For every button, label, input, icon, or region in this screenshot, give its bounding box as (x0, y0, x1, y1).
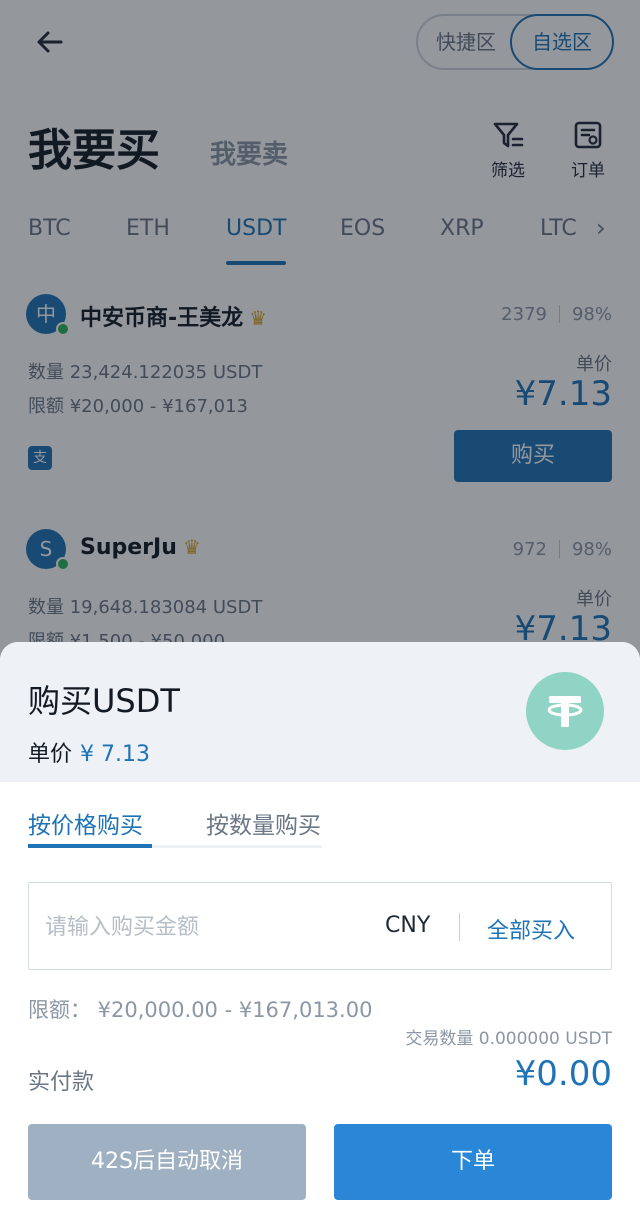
tether-icon (526, 672, 604, 750)
field-divider (459, 913, 460, 941)
unit-price-label: 单价 (28, 742, 73, 767)
unit-price-row: 单价 ¥ 7.13 (28, 736, 150, 768)
actual-payment-label: 实付款 (28, 1070, 95, 1095)
tab-buy-by-price[interactable]: 按价格购买 (28, 806, 143, 840)
unit-price-value: ¥ 7.13 (80, 742, 150, 767)
auto-cancel-button[interactable]: 42S后自动取消 (28, 1124, 306, 1200)
amount-field: CNY 全部买入 (28, 882, 612, 970)
sheet-header: 购买USDT 单价 ¥ 7.13 (0, 642, 640, 782)
active-tab-underline (28, 844, 152, 848)
place-order-button[interactable]: 下单 (334, 1124, 612, 1200)
buy-all-button[interactable]: 全部买入 (487, 913, 575, 945)
sheet-title: 购买USDT (28, 682, 180, 720)
tab-buy-by-quantity[interactable]: 按数量购买 (206, 806, 321, 840)
purchase-mode-tabs: 按价格购买 按数量购买 (0, 782, 640, 852)
trade-quantity: 交易数量 0.000000 USDT (405, 1029, 612, 1049)
amount-input[interactable] (45, 905, 365, 949)
limit-text: 限额： ¥20,000.00 - ¥167,013.00 (28, 998, 373, 1022)
actual-payment-value: ¥0.00 (514, 1054, 612, 1094)
buy-sheet: 购买USDT 单价 ¥ 7.13 按价格购买 按数量购买 CNY 全部买入 限额：… (0, 642, 640, 1227)
currency-label: CNY (385, 913, 431, 938)
